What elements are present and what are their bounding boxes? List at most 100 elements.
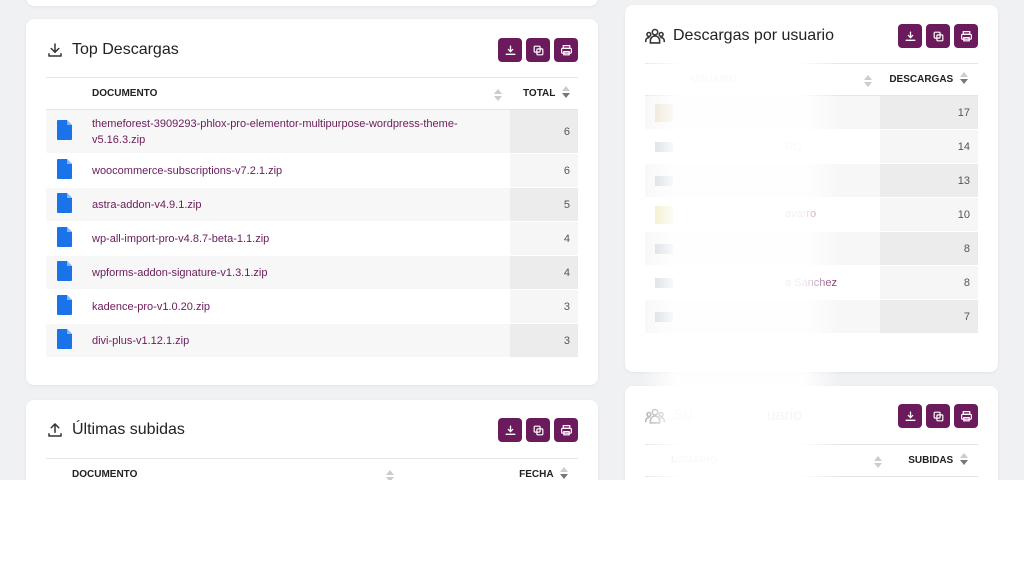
avatar — [655, 103, 673, 122]
table-row: 17 — [645, 95, 978, 130]
print-button[interactable] — [954, 24, 978, 48]
column-header-downloads[interactable]: DESCARGAS — [880, 63, 978, 96]
dashboard-viewport: Top Descargas DOCUMENTO TOTAL themefores… — [0, 0, 1024, 480]
export-icon — [905, 411, 915, 421]
column-header-uploads[interactable]: SUBIDAS — [890, 444, 978, 477]
column-header-date[interactable]: FECHA — [398, 458, 578, 480]
copy-icon — [933, 411, 943, 421]
sort-icon — [386, 470, 394, 480]
print-button[interactable] — [554, 418, 578, 442]
latest-uploads-card: Últimas subidas DOCUMENTO FECHA — [26, 400, 598, 480]
top-downloads-actions — [498, 38, 578, 62]
user-link[interactable]: avarro — [785, 208, 816, 220]
latest-uploads-table: DOCUMENTO FECHA — [46, 458, 578, 480]
uploads-by-user-card: Su uario USUARIO SUBIDAS — [625, 386, 998, 480]
avatar — [655, 311, 673, 322]
export-button[interactable] — [498, 418, 522, 442]
user-link[interactable]: a Sánchez — [785, 277, 837, 289]
copy-button[interactable] — [526, 418, 550, 442]
copy-icon — [933, 31, 943, 41]
column-header-document[interactable]: DOCUMENTO — [46, 458, 398, 480]
print-icon — [960, 30, 972, 41]
latest-uploads-title: Últimas subidas — [46, 421, 185, 439]
top-downloads-table: DOCUMENTO TOTAL themeforest-3909293-phlo… — [46, 77, 578, 358]
sort-icon — [874, 456, 882, 471]
file-icon — [57, 120, 72, 140]
top-downloads-title: Top Descargas — [46, 41, 179, 59]
export-icon — [505, 425, 515, 435]
copy-icon — [533, 45, 543, 55]
downloads-by-user-table: USUARIO DESCARGAS 17 RO 14 13 avarro 10 … — [645, 63, 978, 334]
sort-icon — [494, 89, 502, 104]
copy-button[interactable] — [926, 404, 950, 428]
print-icon — [560, 44, 572, 55]
table-row: RO 14 — [645, 129, 978, 164]
table-row: avarro 10 — [645, 197, 978, 232]
avatar — [655, 141, 673, 152]
file-icon — [57, 329, 72, 349]
export-button[interactable] — [898, 24, 922, 48]
avatar — [655, 277, 673, 288]
file-icon — [57, 227, 72, 247]
users-icon — [645, 28, 665, 44]
document-link[interactable]: themeforest-3909293-phlox-pro-elementor-… — [92, 118, 458, 146]
document-link[interactable]: wp-all-import-pro-v4.8.7-beta-1.1.zip — [92, 233, 269, 245]
print-button[interactable] — [554, 38, 578, 62]
document-link[interactable]: wpforms-addon-signature-v1.3.1.zip — [92, 267, 267, 279]
table-row: 13 — [645, 163, 978, 198]
avatar — [655, 205, 673, 224]
downloads-by-user-actions — [898, 24, 978, 48]
sort-desc-icon — [560, 467, 568, 480]
table-row: divi-plus-v1.12.1.zip 3 — [46, 323, 578, 358]
users-icon — [645, 408, 665, 424]
print-icon — [960, 410, 972, 421]
download-icon — [48, 43, 62, 57]
top-downloads-card: Top Descargas DOCUMENTO TOTAL themefores… — [26, 19, 598, 385]
sort-desc-icon — [960, 453, 968, 468]
avatar — [655, 243, 673, 254]
uploads-by-user-title: Su uario — [645, 407, 802, 425]
sort-icon — [864, 75, 872, 90]
downloads-by-user-card: Descargas por usuario USUARIO DESCARGAS — [625, 5, 998, 372]
downloads-by-user-title: Descargas por usuario — [645, 27, 834, 45]
avatar — [655, 175, 673, 186]
document-link[interactable]: divi-plus-v1.12.1.zip — [92, 335, 189, 347]
file-icon — [57, 193, 72, 213]
print-icon — [560, 424, 572, 435]
table-row: wp-all-import-pro-v4.8.7-beta-1.1.zip 4 — [46, 221, 578, 256]
document-link[interactable]: astra-addon-v4.9.1.zip — [92, 199, 201, 211]
export-button[interactable] — [498, 38, 522, 62]
upload-icon — [48, 423, 62, 437]
previous-card — [26, 0, 598, 6]
uploads-by-user-table: USUARIO SUBIDAS — [645, 444, 978, 477]
sort-desc-icon — [960, 72, 968, 87]
table-row: themeforest-3909293-phlox-pro-elementor-… — [46, 109, 578, 154]
table-row: a Sánchez 8 — [645, 265, 978, 300]
table-row: wpforms-addon-signature-v1.3.1.zip 4 — [46, 255, 578, 290]
file-icon — [57, 261, 72, 281]
column-header-user[interactable]: USUARIO — [645, 63, 880, 96]
document-link[interactable]: kadence-pro-v1.0.20.zip — [92, 301, 210, 313]
export-button[interactable] — [898, 404, 922, 428]
column-header-document[interactable]: DOCUMENTO — [84, 77, 510, 110]
table-row: kadence-pro-v1.0.20.zip 3 — [46, 289, 578, 324]
document-link[interactable]: woocommerce-subscriptions-v7.2.1.zip — [92, 165, 282, 177]
column-header-total[interactable]: TOTAL — [510, 77, 578, 110]
latest-uploads-actions — [498, 418, 578, 442]
table-row: 8 — [645, 231, 978, 266]
file-icon — [57, 295, 72, 315]
table-row: woocommerce-subscriptions-v7.2.1.zip 6 — [46, 153, 578, 188]
print-button[interactable] — [954, 404, 978, 428]
copy-icon — [533, 425, 543, 435]
uploads-by-user-actions — [898, 404, 978, 428]
table-row: 7 — [645, 299, 978, 334]
export-icon — [505, 45, 515, 55]
file-icon — [57, 159, 72, 179]
copy-button[interactable] — [926, 24, 950, 48]
copy-button[interactable] — [526, 38, 550, 62]
export-icon — [905, 31, 915, 41]
table-row: astra-addon-v4.9.1.zip 5 — [46, 187, 578, 222]
user-link[interactable]: RO — [785, 141, 802, 153]
sort-desc-icon — [562, 86, 570, 101]
column-header-user[interactable]: USUARIO — [645, 444, 890, 477]
